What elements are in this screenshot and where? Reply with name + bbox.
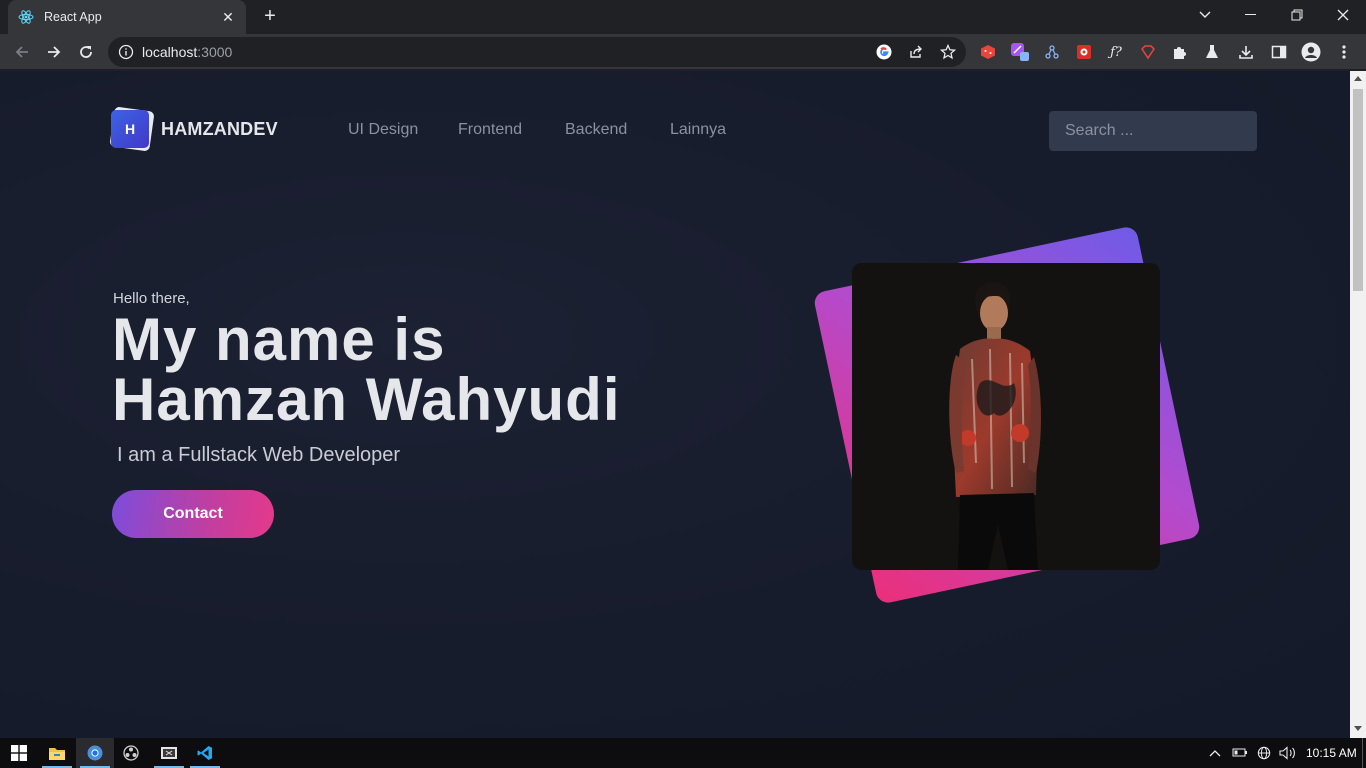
close-tab-icon[interactable]: ✕ [220, 9, 236, 26]
extension-red-icon[interactable] [1074, 42, 1094, 62]
windows-start-icon[interactable] [0, 738, 38, 768]
obs-icon[interactable] [112, 738, 150, 768]
address-bar[interactable]: localhost:3000 [108, 37, 966, 67]
forward-icon[interactable] [40, 38, 68, 66]
brand-logo-mark: H [109, 106, 155, 152]
download-icon[interactable] [1236, 42, 1256, 62]
tab-title: React App [44, 10, 102, 24]
page-scrollbar[interactable] [1350, 71, 1366, 738]
volume-icon[interactable] [1279, 746, 1297, 763]
vscode-icon[interactable] [186, 738, 224, 768]
hero-title-line2: Hamzan Wahyudi [112, 366, 621, 433]
hero-greeting: Hello there, [113, 290, 190, 307]
scroll-down-arrow-icon[interactable] [1354, 726, 1362, 731]
google-icon[interactable] [875, 43, 893, 61]
site-info-icon[interactable] [118, 44, 134, 65]
close-window-button[interactable] [1320, 0, 1366, 30]
taskbar-clock[interactable]: 10:15 AM [1306, 746, 1357, 760]
scroll-up-arrow-icon[interactable] [1354, 76, 1362, 81]
share-icon[interactable] [907, 43, 925, 61]
brand-logo[interactable]: H HAMZANDEV [109, 106, 278, 152]
nav-link-frontend[interactable]: Frontend [458, 121, 522, 139]
hero-title: My name is Hamzan Wahyudi [112, 310, 621, 430]
tray-overflow-chevron-icon[interactable] [1209, 746, 1221, 760]
browser-titlebar: React App ✕ + [0, 0, 1366, 34]
battery-icon[interactable] [1232, 746, 1248, 761]
react-icon [18, 9, 34, 25]
new-tab-button[interactable]: + [258, 5, 282, 29]
extension-heart-icon[interactable] [1138, 42, 1158, 62]
network-globe-icon[interactable] [1256, 746, 1272, 763]
file-explorer-icon[interactable] [38, 738, 76, 768]
brand-name: HAMZANDEV [161, 118, 278, 139]
hero-role: I am a Fullstack Web Developer [117, 444, 401, 466]
browser-toolbar: localhost:3000 ƒ? [0, 34, 1366, 70]
back-icon[interactable] [8, 38, 36, 66]
restore-button[interactable] [1274, 0, 1320, 30]
search-input[interactable] [1049, 111, 1257, 151]
tab-search-icon[interactable] [1182, 0, 1228, 30]
more-menu-icon[interactable] [1334, 42, 1354, 62]
show-desktop-button[interactable] [1362, 738, 1363, 768]
extensions-puzzle-icon[interactable] [1170, 42, 1190, 62]
side-panel-icon[interactable] [1269, 42, 1289, 62]
nav-link-lainnya[interactable]: Lainnya [670, 121, 726, 139]
nav-link-backend[interactable]: Backend [565, 121, 627, 139]
minimize-button[interactable] [1228, 0, 1274, 30]
page-viewport: H HAMZANDEV UI Design Frontend Backend L… [0, 71, 1350, 738]
windows-taskbar: 10:15 AM [0, 738, 1366, 768]
bookmark-star-icon[interactable] [939, 43, 957, 61]
labs-flask-icon[interactable] [1202, 42, 1222, 62]
extension-graph-icon[interactable] [1042, 42, 1062, 62]
url-text: localhost:3000 [142, 44, 233, 60]
extension-cube-icon[interactable] [978, 42, 998, 62]
browser-tab[interactable]: React App ✕ [8, 0, 246, 34]
extension-colorpick-icon[interactable] [1010, 42, 1030, 62]
snipping-tool-icon[interactable] [150, 738, 188, 768]
extension-formula-icon[interactable]: ƒ? [1106, 42, 1126, 62]
nav-link-ui-design[interactable]: UI Design [348, 121, 418, 139]
profile-icon[interactable] [1301, 42, 1321, 62]
reload-icon[interactable] [72, 38, 100, 66]
profile-photo [852, 263, 1160, 570]
hero-title-line1: My name is [112, 306, 446, 373]
contact-button[interactable]: Contact [112, 490, 274, 538]
scrollbar-thumb[interactable] [1353, 89, 1363, 291]
chrome-icon[interactable] [76, 738, 114, 768]
